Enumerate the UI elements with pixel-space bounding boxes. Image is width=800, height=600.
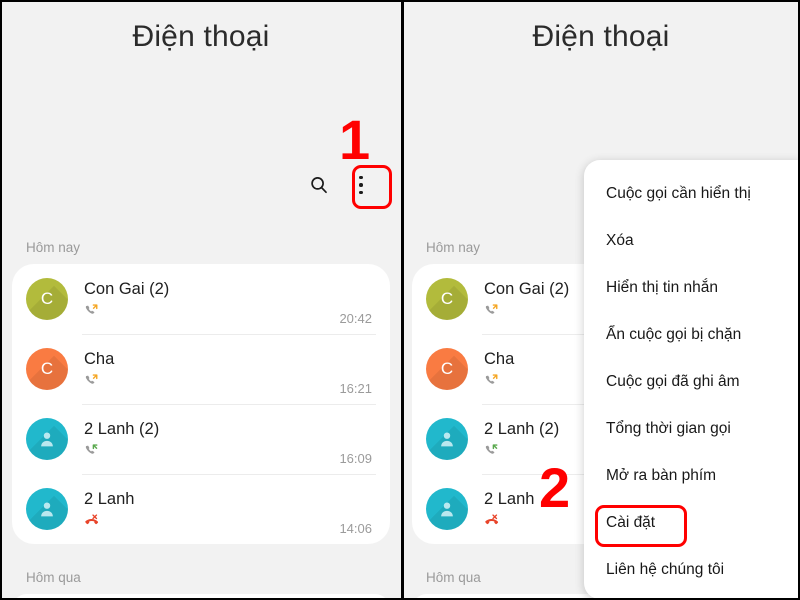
screenshot-root: Điện thoại 1 Hôm nay C Con Gai (2) 20:42… [0, 0, 800, 600]
header-actions [302, 168, 378, 202]
menu-item-total-call-time[interactable]: Tổng thời gian gọi [584, 405, 798, 452]
menu-item-settings[interactable]: Cài đặt [584, 499, 798, 546]
contact-name: Con Gai (2) [84, 280, 170, 298]
incoming-call-icon [84, 443, 339, 458]
menu-item-open-keypad[interactable]: Mở ra bàn phím [584, 452, 798, 499]
panel-divider [401, 2, 404, 598]
menu-item-contact-us[interactable]: Liên hệ chúng tôi [584, 546, 798, 593]
more-options-icon[interactable] [344, 168, 378, 202]
avatar [426, 488, 468, 530]
menu-item-hide-blocked[interactable]: Ẩn cuộc gọi bị chặn [584, 311, 798, 358]
section-label-today: Hôm nay [26, 240, 81, 255]
overflow-menu: Cuộc gọi cần hiển thị Xóa Hiển thị tin n… [584, 160, 798, 598]
outgoing-call-icon [84, 303, 339, 318]
annotation-step-2: 2 [539, 456, 571, 519]
person-icon [41, 432, 53, 447]
three-dots-glyph [359, 175, 363, 195]
missed-call-icon [84, 513, 339, 528]
table-row[interactable]: C Con Gai (2) 20:42 [12, 264, 390, 334]
contact-name: 2 Lanh [84, 490, 135, 508]
menu-item-recorded-calls[interactable]: Cuộc gọi đã ghi âm [584, 358, 798, 405]
row-body: 2 Lanh (2) [84, 420, 339, 458]
page-title: Điện thoại [132, 20, 270, 53]
search-icon[interactable] [302, 168, 336, 202]
page-title: Điện thoại [532, 20, 670, 53]
avatar-letter: C [440, 289, 454, 308]
person-icon [441, 432, 453, 447]
table-row[interactable]: C Cha 16:21 [12, 334, 390, 404]
call-time: 16:21 [339, 381, 372, 396]
avatar [426, 418, 468, 460]
avatar: C [426, 278, 468, 320]
call-list-yesterday [12, 594, 390, 598]
table-row[interactable]: 2 Lanh 14:06 [12, 474, 390, 544]
avatar: C [426, 348, 468, 390]
avatar: C [26, 278, 68, 320]
call-list-today: C Con Gai (2) 20:42 C [12, 264, 390, 544]
avatar [26, 488, 68, 530]
section-label-yesterday: Hôm qua [426, 570, 481, 585]
person-icon [441, 502, 453, 517]
person-icon [41, 502, 53, 517]
section-label-yesterday: Hôm qua [26, 570, 81, 585]
row-body: Cha [84, 350, 339, 388]
call-time: 16:09 [339, 451, 372, 466]
avatar-letter: C [40, 289, 54, 308]
contact-name: Cha [84, 350, 115, 368]
call-time: 14:06 [339, 521, 372, 536]
call-time: 20:42 [339, 311, 372, 326]
phone-screen-right: Điện thoại Hôm nay C Con Gai (2) C Cha 2… [402, 2, 798, 598]
table-row[interactable]: 2 Lanh (2) 16:09 [12, 404, 390, 474]
row-body: Con Gai (2) [84, 280, 339, 318]
row-body: 2 Lanh [84, 490, 339, 528]
avatar [26, 418, 68, 460]
menu-item-calls-to-display[interactable]: Cuộc gọi cần hiển thị [584, 170, 798, 217]
phone-screen-left: Điện thoại 1 Hôm nay C Con Gai (2) 20:42… [2, 2, 400, 598]
avatar: C [26, 348, 68, 390]
avatar-letter: C [40, 359, 54, 378]
annotation-step-1: 1 [339, 108, 371, 171]
menu-item-delete[interactable]: Xóa [584, 217, 798, 264]
contact-name: 2 Lanh (2) [84, 420, 160, 438]
menu-item-show-messages[interactable]: Hiển thị tin nhắn [584, 264, 798, 311]
avatar-letter: C [440, 359, 454, 378]
section-label-today: Hôm nay [426, 240, 481, 255]
outgoing-call-icon [84, 373, 339, 388]
